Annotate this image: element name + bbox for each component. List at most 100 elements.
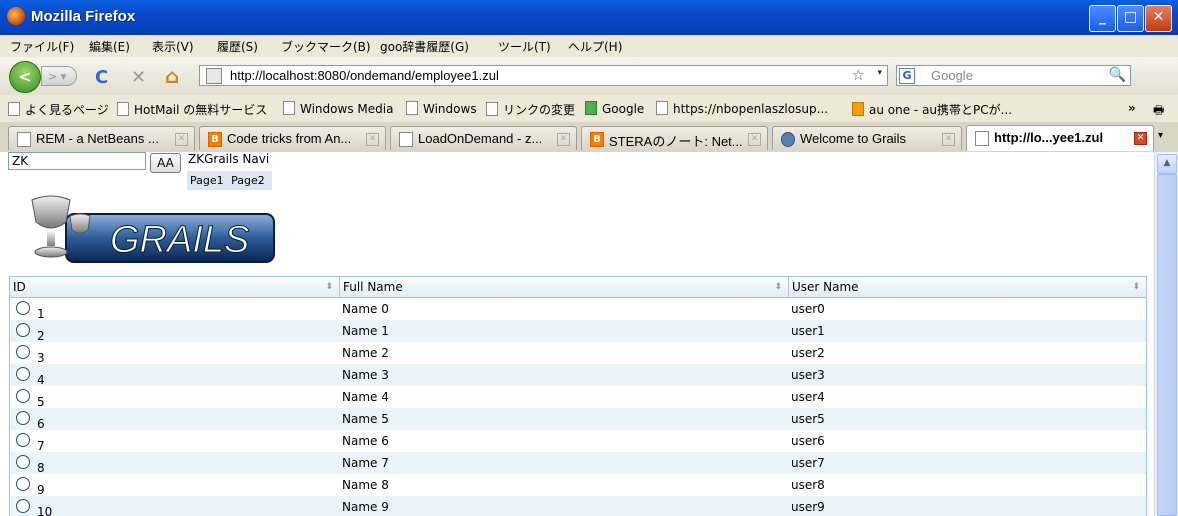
- bookmark-item[interactable]: au one - au携帯とPCが...: [852, 101, 1012, 118]
- tab-close-icon[interactable]: ✕: [175, 133, 188, 146]
- title-bar: Mozilla Firefox _ □ ✕: [0, 0, 1178, 35]
- table-row[interactable]: 5 Name 4 user4: [10, 386, 1146, 409]
- menu-help[interactable]: ヘルプ(H): [568, 38, 622, 55]
- back-button[interactable]: <: [9, 61, 41, 93]
- tab-label: http://lo...yee1.zul: [994, 130, 1104, 145]
- navi-tab-page1[interactable]: Page1: [190, 174, 224, 187]
- table-row[interactable]: 10 Name 9 user9: [10, 496, 1146, 516]
- bookmark-item[interactable]: よく見るページ: [8, 101, 109, 118]
- menu-bookmarks[interactable]: ブックマーク(B): [281, 38, 371, 55]
- row-radio-button[interactable]: [16, 455, 30, 469]
- menu-goo-history[interactable]: goo辞書履歴(G): [380, 38, 469, 55]
- column-header-label: ID: [13, 280, 26, 294]
- tab-rem-netbeans[interactable]: REM - a NetBeans ... ✕: [8, 126, 195, 150]
- document-icon: [486, 102, 498, 116]
- tab-employee1-active[interactable]: http://lo...yee1.zul ✕: [966, 125, 1154, 151]
- document-icon: [17, 132, 31, 147]
- tab-stera-note[interactable]: B STERAのノート: Net... ✕: [581, 126, 768, 150]
- table-row[interactable]: 8 Name 7 user7: [10, 452, 1146, 475]
- tab-close-icon[interactable]: ✕: [557, 133, 570, 146]
- navi-tab-page2[interactable]: Page2: [231, 174, 265, 187]
- table-row[interactable]: 9 Name 8 user8: [10, 474, 1146, 497]
- home-icon[interactable]: ⌂: [165, 64, 179, 88]
- tab-label: REM - a NetBeans ...: [36, 131, 159, 146]
- row-radio-button[interactable]: [16, 433, 30, 447]
- table-row[interactable]: 4 Name 3 user3: [10, 364, 1146, 387]
- bookmark-item[interactable]: https://nbopenlaszlosup...: [656, 101, 828, 116]
- navi-tabs: Page1 Page2: [187, 171, 272, 190]
- row-radio-button[interactable]: [16, 345, 30, 359]
- sort-icon[interactable]: ⬍: [774, 277, 782, 297]
- page-favicon-icon: [206, 68, 222, 84]
- vertical-scrollbar[interactable]: ▲: [1154, 152, 1178, 516]
- search-engine-icon[interactable]: G: [899, 68, 915, 84]
- url-dropdown-icon[interactable]: ▾: [877, 68, 882, 78]
- row-radio-button[interactable]: [16, 323, 30, 337]
- grid-body: 1 Name 0 user0 2 Name 1 user1 3 Name 2 user2 4 Nam…: [10, 298, 1146, 516]
- search-bar[interactable]: G Google 🔍: [896, 65, 1131, 86]
- tab-code-tricks[interactable]: B Code tricks from An... ✕: [199, 126, 386, 150]
- url-text[interactable]: http://localhost:8080/ondemand/employee1…: [230, 68, 499, 83]
- bookmark-item[interactable]: Windows Media: [283, 101, 393, 116]
- tab-close-icon[interactable]: ✕: [748, 133, 761, 146]
- menu-history[interactable]: 履歴(S): [217, 38, 258, 55]
- column-header-user-name[interactable]: User Name ⬍: [789, 277, 1146, 297]
- reload-icon[interactable]: C: [95, 67, 108, 88]
- column-header-id[interactable]: ID ⬍: [10, 277, 340, 297]
- tab-close-icon[interactable]: ✕: [366, 133, 379, 146]
- aa-button[interactable]: AA: [150, 153, 181, 173]
- table-row[interactable]: 1 Name 0 user0: [10, 298, 1146, 321]
- maximize-button[interactable]: □: [1117, 5, 1144, 32]
- row-radio-button[interactable]: [16, 477, 30, 491]
- bookmark-star-icon[interactable]: ☆: [852, 66, 865, 84]
- document-icon: [283, 101, 295, 115]
- row-radio-button[interactable]: [16, 411, 30, 425]
- menu-edit[interactable]: 編集(E): [89, 38, 130, 55]
- au-one-icon: [852, 102, 864, 116]
- row-radio-button[interactable]: [16, 389, 30, 403]
- bookmark-item[interactable]: Google: [585, 101, 644, 116]
- scrollbar-thumb[interactable]: [1157, 174, 1177, 516]
- sort-icon[interactable]: ⬍: [1132, 277, 1140, 297]
- row-radio-button[interactable]: [16, 301, 30, 315]
- tab-close-icon[interactable]: ✕: [1134, 132, 1147, 145]
- close-button[interactable]: ✕: [1145, 5, 1172, 32]
- stop-icon[interactable]: ✕: [131, 67, 146, 88]
- id-cell: 10: [10, 496, 340, 516]
- full-name-cell: Name 0: [342, 302, 389, 316]
- user-name-cell: user9: [791, 500, 825, 514]
- scroll-up-icon[interactable]: ▲: [1157, 154, 1177, 174]
- full-name-cell: Name 4: [342, 390, 389, 404]
- table-row[interactable]: 2 Name 1 user1: [10, 320, 1146, 343]
- sort-icon[interactable]: ⬍: [325, 277, 333, 297]
- bookmark-item[interactable]: HotMail の無料サービス: [117, 101, 267, 118]
- row-radio-button[interactable]: [16, 499, 30, 513]
- id-value: 10: [37, 505, 53, 516]
- zk-text-input[interactable]: [8, 152, 146, 170]
- id-cell: 6: [10, 408, 340, 431]
- tab-loadondemand[interactable]: LoadOnDemand - z... ✕: [390, 126, 577, 150]
- full-name-cell: Name 3: [342, 368, 389, 382]
- column-header-full-name[interactable]: Full Name ⬍: [340, 277, 789, 297]
- table-row[interactable]: 6 Name 5 user5: [10, 408, 1146, 431]
- table-row[interactable]: 3 Name 2 user2: [10, 342, 1146, 365]
- tab-close-icon[interactable]: ✕: [942, 133, 955, 146]
- url-bar[interactable]: http://localhost:8080/ondemand/employee1…: [199, 65, 888, 86]
- table-row[interactable]: 7 Name 6 user6: [10, 430, 1146, 453]
- full-name-cell: Name 6: [342, 434, 389, 448]
- forward-button[interactable]: > ▾: [41, 66, 77, 86]
- print-icon[interactable]: 🖶: [1153, 101, 1164, 122]
- bookmark-item[interactable]: Windows: [406, 101, 477, 116]
- bookmark-item[interactable]: リンクの変更: [486, 101, 575, 118]
- row-radio-button[interactable]: [16, 367, 30, 381]
- search-input[interactable]: Google: [931, 68, 973, 83]
- minimize-button[interactable]: _: [1089, 5, 1116, 32]
- search-icon[interactable]: 🔍: [1109, 67, 1126, 83]
- tab-welcome-grails[interactable]: Welcome to Grails ✕: [772, 126, 962, 150]
- menu-tools[interactable]: ツール(T): [498, 38, 551, 55]
- menu-view[interactable]: 表示(V): [152, 38, 194, 55]
- menu-file[interactable]: ファイル(F): [10, 38, 74, 55]
- tab-list-icon[interactable]: ▾: [1158, 130, 1163, 141]
- bookmarks-overflow-icon[interactable]: »: [1128, 101, 1136, 115]
- full-name-cell: Name 1: [342, 324, 389, 338]
